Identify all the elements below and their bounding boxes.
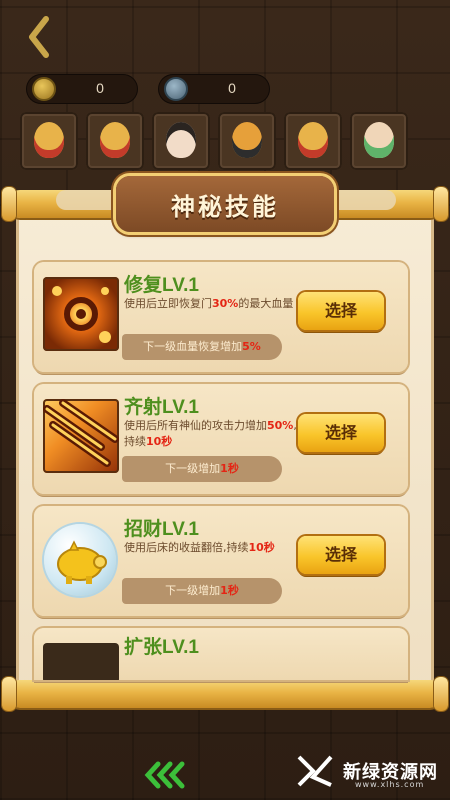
skill-description: 使用后立即恢复门30%的最大血量 — [124, 297, 294, 310]
hero-slot-6[interactable] — [350, 112, 408, 170]
select-button-repair[interactable]: 选择 — [298, 292, 384, 330]
golden-pig-icon — [44, 524, 116, 596]
coin-icon — [32, 77, 56, 101]
hero-slot-5[interactable] — [284, 112, 342, 170]
next-level-info: 下一级增加1秒 — [122, 456, 282, 482]
hero-slot-2[interactable] — [86, 112, 144, 170]
scroll-left-button[interactable] — [142, 760, 188, 790]
hero-slot-1[interactable] — [20, 112, 78, 170]
hero-portrait-icon — [232, 122, 262, 158]
hero-portrait-icon — [166, 122, 196, 158]
energy-icon — [164, 77, 188, 101]
skill-card-repair: 修复LV.1 使用后立即恢复门30%的最大血量 下一级血量恢复增加5% 选择 — [34, 262, 408, 372]
hero-portrait-icon — [298, 122, 328, 158]
next-level-info: 下一级血量恢复增加5% — [122, 334, 282, 360]
energy-value: 0 — [228, 80, 236, 96]
panel-title: 神秘技能 — [171, 192, 279, 221]
hero-portrait-icon — [34, 122, 64, 158]
chevron-left-icon — [29, 16, 49, 58]
hero-slot-4[interactable] — [218, 112, 276, 170]
skill-card-volley: 齐射LV.1 使用后所有神仙的攻击力增加50%,持续10秒 下一级增加1秒 选择 — [34, 384, 408, 494]
panel-title-plaque: 神秘技能 — [116, 176, 334, 232]
energy-counter: 0 — [158, 74, 270, 104]
hero-slot-3[interactable] — [152, 112, 210, 170]
skill-description: 使用后床的收益翻倍,持续10秒 — [124, 541, 275, 554]
skill-name: 扩张LV.1 — [124, 637, 199, 658]
expand-skill-icon — [43, 643, 119, 680]
coin-counter: 0 — [26, 74, 138, 104]
select-button-fortune[interactable]: 选择 — [298, 536, 384, 574]
volley-arrows-icon — [43, 399, 119, 473]
skill-card-fortune: 招财LV.1 使用后床的收益翻倍,持续10秒 下一级增加1秒 选择 — [34, 506, 408, 616]
skill-card-expand: 扩张LV.1 — [34, 628, 408, 680]
watermark-logo-icon — [297, 755, 333, 787]
select-button-volley[interactable]: 选择 — [298, 414, 384, 452]
skill-name: 修复LV.1 — [124, 275, 199, 296]
back-button[interactable] — [22, 12, 56, 62]
next-level-info: 下一级增加1秒 — [122, 578, 282, 604]
gear-repair-icon — [43, 277, 119, 351]
hero-portrait-icon — [100, 122, 130, 158]
skill-description: 使用后所有神仙的攻击力增加50%,持续10秒 — [124, 419, 297, 448]
skill-name: 招财LV.1 — [124, 519, 199, 540]
hero-portrait-icon — [364, 122, 394, 158]
watermark-subtext: www.xlhs.com — [355, 780, 425, 789]
double-chevron-left-icon — [144, 761, 185, 789]
coin-value: 0 — [96, 80, 104, 96]
scroll-rod-bottom — [2, 677, 448, 711]
watermark: 新绿资源网 www.xlhs.com — [295, 748, 438, 794]
cloud-decoration — [326, 190, 396, 210]
skill-name: 齐射LV.1 — [124, 397, 199, 418]
